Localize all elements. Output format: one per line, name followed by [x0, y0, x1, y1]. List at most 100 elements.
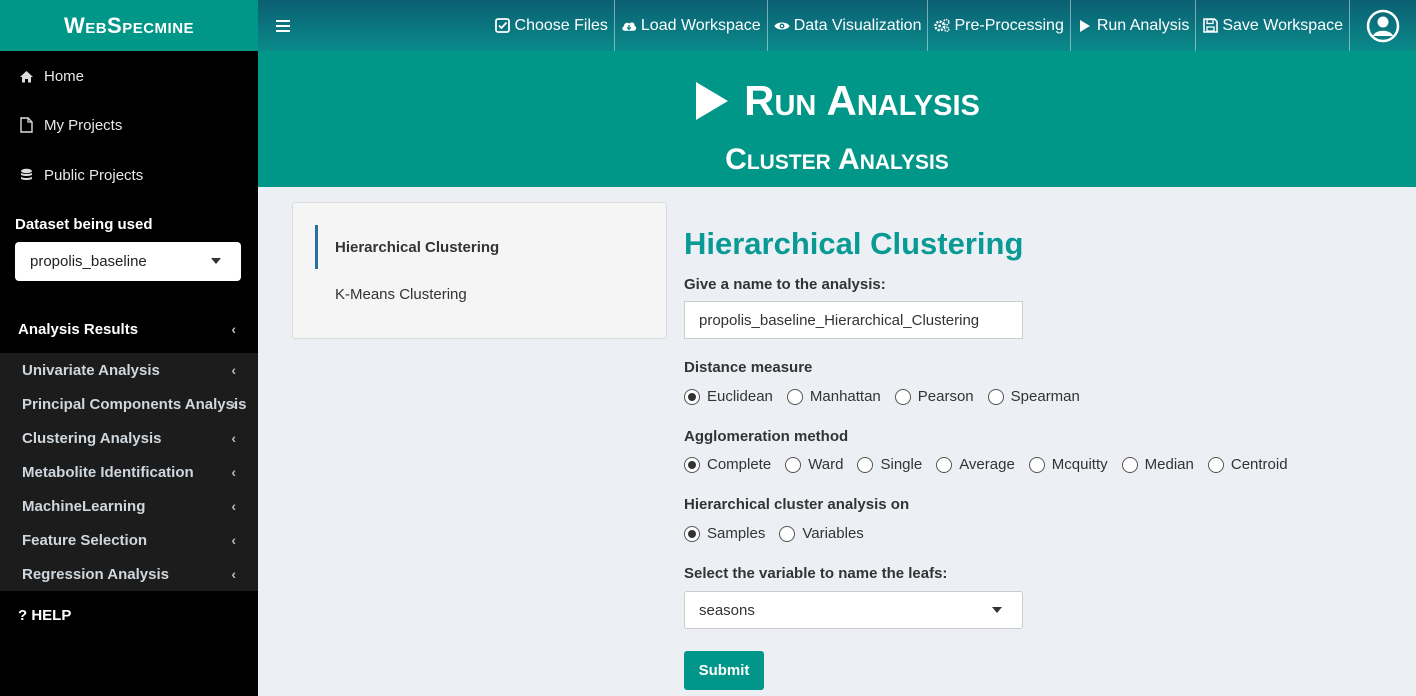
radio-label: Manhattan [809, 388, 881, 405]
radio-spearman[interactable]: Spearman [987, 388, 1080, 405]
radio-average[interactable]: Average [936, 456, 1015, 473]
chevron-left-icon: ‹ [231, 566, 236, 582]
tab-k-means-clustering[interactable]: K-Means Clustering [315, 272, 655, 316]
submenu-label: MachineLearning [22, 497, 146, 515]
radio-circle [684, 388, 700, 405]
nav-data-visualization[interactable]: Data Visualization [768, 0, 929, 51]
leafs-variable-select[interactable]: seasons [684, 591, 1023, 629]
sidebar-toggle-button[interactable] [258, 0, 308, 51]
cluster-on-label: Hierarchical cluster analysis on [684, 496, 910, 513]
leafs-variable-value: seasons [699, 601, 755, 619]
agglomeration-method-group: Complete Ward Single Average Mcquitty Me… [684, 456, 1288, 473]
nav-load-workspace[interactable]: Load Workspace [615, 0, 768, 51]
leafs-variable-label: Select the variable to name the leafs: [684, 565, 948, 582]
radio-label: Ward [808, 456, 844, 473]
radio-circle [779, 525, 796, 542]
analysis-results-submenu: Univariate Analysis ‹ Principal Componen… [0, 353, 258, 591]
radio-label: Centroid [1230, 456, 1288, 473]
submit-button[interactable]: Submit [684, 651, 764, 690]
radio-euclidean[interactable]: Euclidean [684, 388, 773, 405]
radio-samples[interactable]: Samples [684, 525, 765, 542]
radio-variables[interactable]: Variables [779, 525, 864, 542]
page-banner: Run Analysis Cluster Analysis [258, 51, 1416, 187]
sidebar-item-feature-selection[interactable]: Feature Selection ‹ [0, 523, 258, 557]
radio-label: Average [959, 456, 1015, 473]
sidebar-item-clustering-analysis[interactable]: Clustering Analysis ‹ [0, 421, 258, 455]
radio-circle [1121, 456, 1138, 473]
radio-label: Variables [802, 525, 864, 542]
app-logo[interactable]: WebSpecmine [0, 0, 258, 51]
radio-manhattan[interactable]: Manhattan [786, 388, 881, 405]
chevron-left-icon: ‹ [231, 362, 236, 378]
chevron-left-icon: ‹ [231, 464, 236, 480]
radio-label: Median [1144, 456, 1194, 473]
submenu-label: Univariate Analysis [22, 361, 160, 379]
radio-circle [1028, 456, 1045, 473]
sidebar-item-home[interactable]: Home [0, 56, 258, 96]
radio-pearson[interactable]: Pearson [894, 388, 974, 405]
gears-icon [934, 18, 951, 34]
distance-measure-label: Distance measure [684, 359, 813, 376]
radio-mcquitty[interactable]: Mcquitty [1028, 456, 1108, 473]
nav-save-workspace[interactable]: Save Workspace [1196, 0, 1350, 51]
user-menu[interactable] [1350, 0, 1416, 51]
help-label: HELP [31, 607, 72, 624]
radio-label: Single [880, 456, 923, 473]
radio-circle [785, 456, 802, 473]
radio-centroid[interactable]: Centroid [1207, 456, 1288, 473]
chevron-left-icon: ‹ [231, 396, 236, 412]
top-navbar: Choose Files Load Workspace Data Visuali… [258, 0, 1416, 51]
tab-hierarchical-clustering[interactable]: Hierarchical Clustering [315, 225, 655, 269]
top-nav-menu: Choose Files Load Workspace Data Visuali… [489, 0, 1416, 51]
analysis-tabs: Hierarchical Clustering K-Means Clusteri… [292, 202, 667, 339]
chevron-left-icon: ‹ [231, 498, 236, 514]
sidebar: Home My Projects Public Projects Dataset… [0, 51, 258, 696]
nav-save-workspace-label: Save Workspace [1222, 16, 1343, 34]
analysis-name-label: Give a name to the analysis: [684, 276, 886, 293]
radio-circle [786, 388, 803, 405]
analysis-name-input[interactable] [684, 301, 1023, 339]
dataset-label: Dataset being used [15, 216, 153, 233]
nav-load-workspace-label: Load Workspace [640, 16, 761, 34]
radio-complete[interactable]: Complete [684, 456, 771, 473]
radio-label: Spearman [1010, 388, 1080, 405]
submenu-label: Regression Analysis [22, 565, 170, 583]
analysis-results-label: Analysis Results [18, 320, 139, 338]
nav-pre-processing[interactable]: Pre-Processing [928, 0, 1071, 51]
sidebar-item-my-projects[interactable]: My Projects [0, 105, 258, 145]
dataset-select[interactable]: propolis_baseline [15, 242, 241, 281]
radio-median[interactable]: Median [1121, 456, 1194, 473]
radio-single[interactable]: Single [857, 456, 922, 473]
radio-ward[interactable]: Ward [785, 456, 843, 473]
cluster-on-group: Samples Variables [684, 525, 864, 542]
file-icon [18, 117, 34, 133]
nav-choose-files-label: Choose Files [514, 16, 608, 34]
form-heading: Hierarchical Clustering [684, 226, 1024, 261]
sidebar-item-help[interactable]: ? HELP [18, 607, 71, 624]
chevron-left-icon: ‹ [231, 532, 236, 548]
sidebar-item-univariate-analysis[interactable]: Univariate Analysis ‹ [0, 353, 258, 387]
sidebar-item-regression-analysis[interactable]: Regression Analysis ‹ [0, 557, 258, 591]
agglomeration-method-label: Agglomeration method [684, 428, 849, 445]
radio-label: Mcquitty [1051, 456, 1108, 473]
radio-circle [1207, 456, 1224, 473]
radio-label: Euclidean [707, 388, 773, 405]
nav-run-analysis-label: Run Analysis [1096, 16, 1190, 34]
sidebar-item-principal-components-analysis[interactable]: Principal Components Analysis ‹ [0, 387, 258, 421]
sidebar-item-public-projects[interactable]: Public Projects [0, 155, 258, 195]
sidebar-item-metabolite-identification[interactable]: Metabolite Identification ‹ [0, 455, 258, 489]
page-title-text: Run Analysis [744, 77, 980, 124]
submenu-label: Principal Components Analysis [22, 395, 247, 413]
sidebar-item-analysis-results[interactable]: Analysis Results ‹ [0, 311, 258, 347]
sidebar-item-machine-learning[interactable]: MachineLearning ‹ [0, 489, 258, 523]
question-icon: ? [18, 607, 28, 624]
user-avatar-icon [1366, 9, 1400, 42]
page-subtitle: Cluster Analysis [725, 143, 949, 176]
radio-label: Complete [707, 456, 772, 473]
radio-label: Pearson [917, 388, 974, 405]
nav-choose-files[interactable]: Choose Files [489, 0, 615, 51]
nav-run-analysis[interactable]: Run Analysis [1071, 0, 1197, 51]
cloud-download-icon [621, 18, 637, 34]
radio-circle [684, 525, 700, 542]
radio-circle [684, 456, 700, 473]
